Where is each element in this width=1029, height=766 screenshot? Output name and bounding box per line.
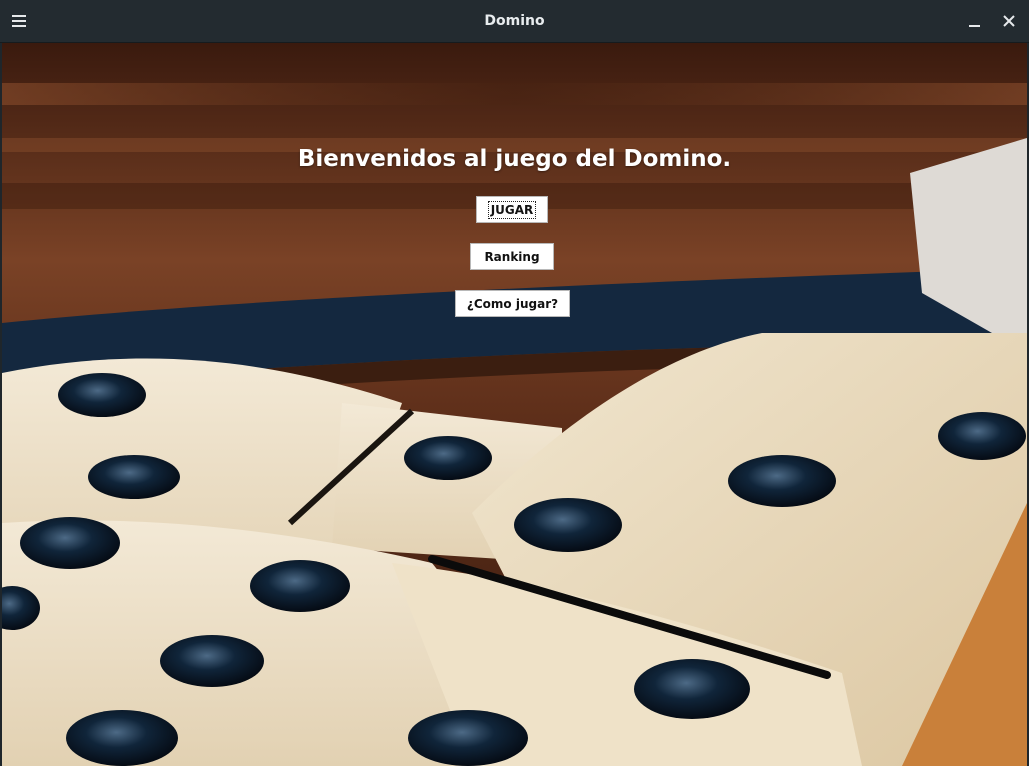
ranking-button[interactable]: Ranking <box>470 243 554 270</box>
play-button-label: JUGAR <box>487 200 537 219</box>
window-title: Domino <box>484 13 545 29</box>
main-panel: Bienvenidos al juego del Domino. JUGAR R… <box>2 43 1027 766</box>
play-button[interactable]: JUGAR <box>476 196 548 223</box>
close-icon[interactable] <box>996 8 1022 34</box>
app-window: Domino Bienvenidos al juego del Domino. … <box>0 0 1029 766</box>
title-bar: Domino <box>0 0 1029 43</box>
minimize-icon[interactable] <box>962 8 988 34</box>
how-to-play-button[interactable]: ¿Como jugar? <box>455 290 570 317</box>
welcome-heading: Bienvenidos al juego del Domino. <box>297 146 732 172</box>
